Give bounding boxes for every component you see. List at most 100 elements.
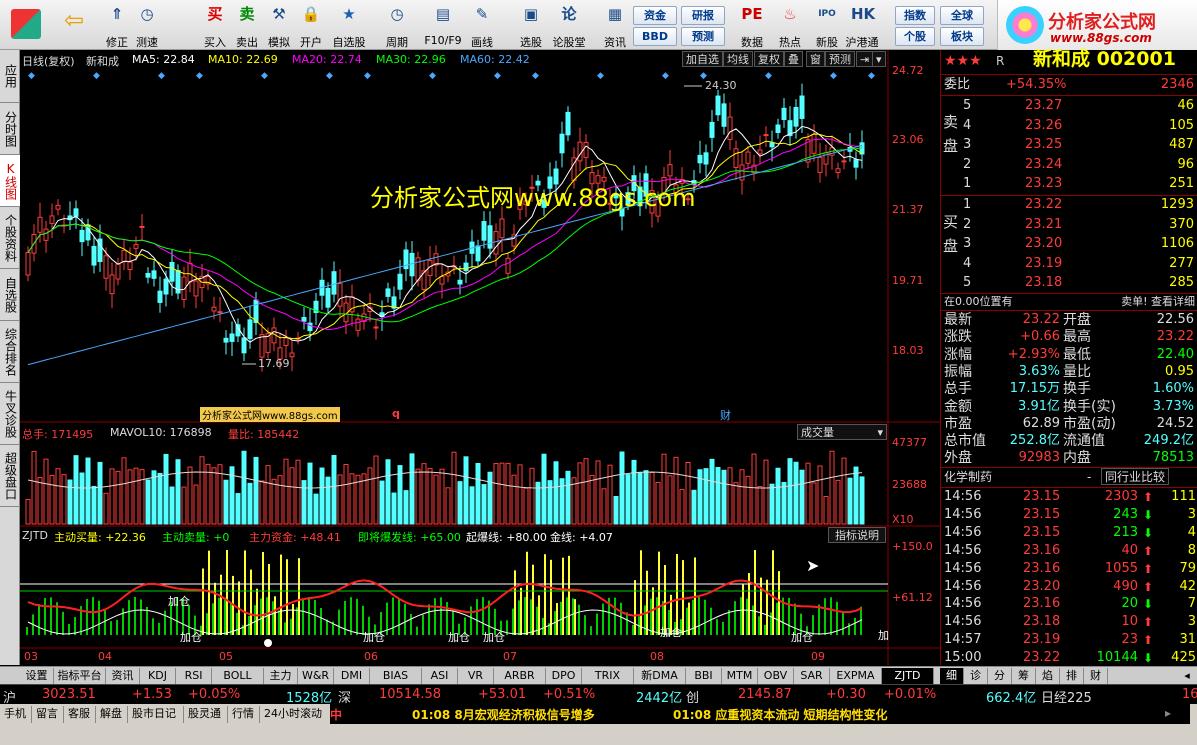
quote-tab-2[interactable]: 分 xyxy=(988,668,1012,684)
toolbar-button-13[interactable]: PE 数据 xyxy=(735,3,769,49)
news-item-2[interactable]: 01:08 应重视资本流动 短期结构性变化 xyxy=(673,706,888,723)
indicator-tab-6[interactable]: 主力 xyxy=(264,668,298,684)
indicator-tab-2[interactable]: 资讯 xyxy=(106,668,140,684)
industry-compare-button[interactable]: 同行业比较 xyxy=(1101,468,1170,485)
left-tab-1[interactable]: 分时图 xyxy=(0,103,20,155)
buy-level-row[interactable]: 2 23.21 370 xyxy=(941,216,1197,234)
toolbar-button-9[interactable]: ✎ 画线 xyxy=(465,3,499,49)
scroll-left-icon[interactable]: ◂ xyxy=(1178,668,1196,684)
indicator-tab-15[interactable]: 新DMA xyxy=(634,668,686,684)
toolbar-button-14[interactable]: ♨ 热点 xyxy=(773,3,807,49)
indicator-tab-3[interactable]: KDJ xyxy=(140,668,176,684)
chart-header-button-0[interactable]: 加自选 xyxy=(682,51,723,67)
quote-tab-1[interactable]: 诊 xyxy=(964,668,988,684)
toolbar-button-10[interactable]: ▣ 选股 xyxy=(514,3,548,49)
indicator-tab-12[interactable]: ARBR xyxy=(494,668,546,684)
status-item-0[interactable]: 手机 xyxy=(0,706,32,723)
status-item-7[interactable]: 24小时滚动 xyxy=(260,706,340,723)
indicator-tab-11[interactable]: VR xyxy=(458,668,494,684)
stock-button[interactable]: 个股 xyxy=(895,27,935,46)
chart-next-icon[interactable]: ⇥ xyxy=(856,51,874,67)
quote-tab-0[interactable]: 细 xyxy=(940,668,964,684)
kline-chart-area[interactable]: ◆ ◆ ◆ ◆ ◆ ◆ ◆ ◆ ◆ ◆ ◆ ◆ ◆ ◆ ◆ ◆ 日线(复权) 新和成 MA5: 22.84 M… xyxy=(20,50,940,665)
sell-level-row[interactable]: 4 23.26 105 xyxy=(941,117,1197,135)
buy-level-row[interactable]: 1 23.22 1293 xyxy=(941,196,1197,214)
toolbar-button-5[interactable]: 🔒 开户 xyxy=(294,3,328,49)
left-tab-6[interactable]: 牛叉诊股 xyxy=(0,383,20,445)
status-item-4[interactable]: 股市日记 xyxy=(128,706,184,723)
bbd-button[interactable]: BBD xyxy=(633,27,677,46)
chevron-down-icon[interactable]: ▾ xyxy=(872,51,886,67)
buy-level-row[interactable]: 5 23.18 285 xyxy=(941,274,1197,292)
left-tab-3[interactable]: 个股资料 xyxy=(0,207,20,269)
period-label[interactable]: 日线(复权) xyxy=(22,53,75,69)
toolbar-button-1[interactable]: ◷ 测速 xyxy=(130,3,164,49)
indicator-tab-13[interactable]: DPO xyxy=(546,668,582,684)
back-button[interactable]: ⇦ xyxy=(56,3,92,47)
indicator-help-button[interactable]: 指标说明 xyxy=(828,527,886,543)
chart-canvas[interactable]: ◆ ◆ ◆ ◆ ◆ ◆ ◆ ◆ ◆ ◆ ◆ ◆ ◆ ◆ ◆ ◆ xyxy=(20,50,940,665)
indicator-tab-8[interactable]: DMI xyxy=(334,668,370,684)
industry-minus[interactable]: - xyxy=(1087,468,1091,486)
funds-button[interactable]: 资金 xyxy=(633,6,677,25)
quote-tab-5[interactable]: 排 xyxy=(1060,668,1084,684)
news-item-1[interactable]: 01:08 8月宏观经济积极信号增多 xyxy=(412,706,595,723)
toolbar-button-2[interactable]: 买买入 xyxy=(198,3,232,49)
left-tab-0[interactable]: 应用 xyxy=(0,50,20,103)
indicator-tab-21[interactable]: ZJTD xyxy=(882,668,934,684)
app-menu-button[interactable] xyxy=(4,3,48,47)
chart-header-button-5[interactable]: 预测 xyxy=(825,51,855,67)
buy-level-row[interactable]: 4 23.19 277 xyxy=(941,255,1197,273)
toolbar-button-15[interactable]: IPO 新股 xyxy=(810,3,844,49)
sell-level-row[interactable]: 3 23.25 487 xyxy=(941,136,1197,154)
indicator-tab-14[interactable]: TRIX xyxy=(582,668,634,684)
chart-header-button-1[interactable]: 均线 xyxy=(723,51,753,67)
index-button[interactable]: 指数 xyxy=(895,6,935,25)
research-button[interactable]: 研报 xyxy=(681,6,725,25)
status-item-3[interactable]: 解盘 xyxy=(96,706,128,723)
left-tab-7[interactable]: 超级盘口 xyxy=(0,445,20,507)
news-ticker[interactable]: 中 01:08 8月宏观经济积极信号增多 01:08 应重视资本流动 短期结构性… xyxy=(330,704,1190,724)
quote-tab-4[interactable]: 焰 xyxy=(1036,668,1060,684)
sell-level-row[interactable]: 1 23.23 251 xyxy=(941,175,1197,193)
left-tab-5[interactable]: 综合排名 xyxy=(0,321,20,383)
chart-header-button-2[interactable]: 复权 xyxy=(754,51,784,67)
toolbar-button-4[interactable]: ⚒ 模拟 xyxy=(262,3,296,49)
toolbar-button-3[interactable]: 卖卖出 xyxy=(230,3,264,49)
toolbar-button-8[interactable]: ▤ F10/F9 xyxy=(420,3,466,47)
toolbar-button-0[interactable]: ⇑ 修正 xyxy=(100,3,134,49)
toolbar-button-7[interactable]: ◷ 周期 xyxy=(380,3,414,49)
left-tab-4[interactable]: 自选股 xyxy=(0,269,20,321)
chart-header-button-3[interactable]: 叠 xyxy=(784,51,803,67)
buy-level-row[interactable]: 3 23.20 1106 xyxy=(941,235,1197,253)
indicator-tab-20[interactable]: EXPMA xyxy=(830,668,882,684)
indicator-tab-5[interactable]: BOLL xyxy=(212,668,264,684)
sell-level-row[interactable]: 2 23.24 96 xyxy=(941,156,1197,174)
indicator-tab-7[interactable]: W&R xyxy=(298,668,334,684)
status-item-1[interactable]: 留言 xyxy=(32,706,64,723)
indicator-tab-10[interactable]: ASI xyxy=(422,668,458,684)
status-item-2[interactable]: 客服 xyxy=(64,706,96,723)
indicator-tab-1[interactable]: 指标平台 xyxy=(54,668,106,684)
indicator-tab-17[interactable]: MTM xyxy=(722,668,758,684)
sector-button[interactable]: 板块 xyxy=(940,27,984,46)
order-detail-link[interactable]: 卖单! 查看详细 xyxy=(1121,293,1195,311)
indicator-tab-19[interactable]: SAR xyxy=(794,668,830,684)
indicator-tab-0[interactable]: 设置 xyxy=(20,668,54,684)
global-button[interactable]: 全球 xyxy=(940,6,984,25)
quote-tab-6[interactable]: 财 xyxy=(1084,668,1108,684)
left-tab-2[interactable]: K线图 xyxy=(0,155,20,207)
toolbar-button-16[interactable]: HK 沪港通 xyxy=(845,3,879,49)
indicator-tab-18[interactable]: OBV xyxy=(758,668,794,684)
status-item-5[interactable]: 股灵通 xyxy=(184,706,228,723)
toolbar-button-12[interactable]: ▦ 资讯 xyxy=(598,3,632,49)
indicator-tab-16[interactable]: BBI xyxy=(686,668,722,684)
toolbar-button-6[interactable]: ★ 自选股 xyxy=(332,3,366,49)
indicator-tab-9[interactable]: BIAS xyxy=(370,668,422,684)
forecast-button[interactable]: 预测 xyxy=(681,27,725,46)
status-item-6[interactable]: 行情 xyxy=(228,706,260,723)
scroll-right-icon[interactable]: ▸ xyxy=(1165,706,1171,720)
chart-header-button-4[interactable]: 窗 xyxy=(806,51,825,67)
volume-dropdown[interactable]: 成交量 ▾ xyxy=(797,424,887,440)
indicator-tab-4[interactable]: RSI xyxy=(176,668,212,684)
